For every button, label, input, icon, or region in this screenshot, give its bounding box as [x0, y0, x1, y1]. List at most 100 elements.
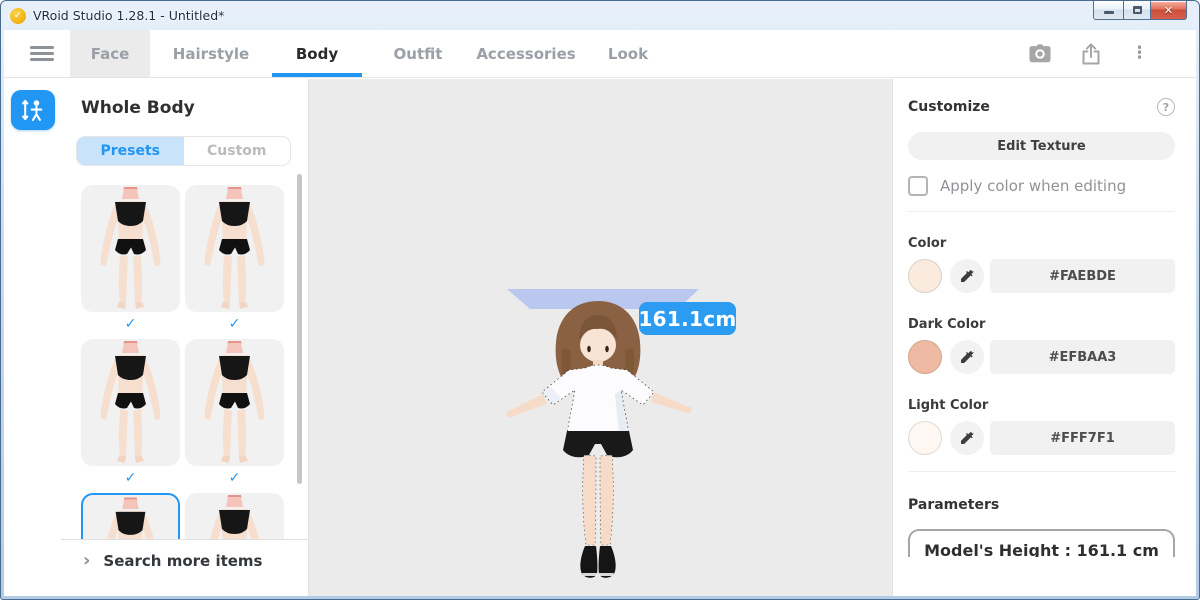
app-body: Face Hairstyle Body Outfit Accessories [4, 30, 1196, 596]
preset-thumbnail[interactable] [185, 339, 284, 466]
divider [908, 211, 1175, 212]
color-swatch[interactable] [908, 421, 942, 455]
vroid-logo-icon: ✓ [10, 8, 26, 24]
tool-strip [4, 79, 61, 596]
height-badge: 161.1cm [639, 302, 736, 335]
color-group-label: Color [908, 236, 1175, 251]
export-icon[interactable] [1081, 43, 1101, 65]
color-group-label: Light Color [908, 398, 1175, 413]
hex-value-field[interactable]: #FAEBDE [990, 259, 1175, 293]
apply-color-label: Apply color when editing [940, 177, 1126, 195]
category-tab[interactable]: Accessories [474, 30, 578, 77]
color-group: Color #FAEBDE [908, 236, 1175, 293]
mode-tab-label: Custom [207, 143, 266, 159]
preset-thumbnail[interactable] [81, 493, 180, 542]
eyedropper-icon [959, 349, 975, 365]
color-group-row: #FAEBDE [908, 259, 1175, 293]
eyedropper-button[interactable] [950, 421, 984, 455]
color-group-row: #EFBAA3 [908, 340, 1175, 374]
color-swatch[interactable] [908, 340, 942, 374]
preset-item[interactable]: ✓ [81, 493, 180, 542]
category-tab[interactable]: Body [272, 30, 362, 77]
category-tab[interactable]: Look [596, 30, 660, 77]
close-icon: ✕ [1164, 4, 1173, 17]
eyedropper-button[interactable] [950, 340, 984, 374]
color-swatch[interactable] [908, 259, 942, 293]
color-group-label: Dark Color [908, 317, 1175, 332]
mode-tab-label: Presets [100, 143, 160, 159]
preset-item[interactable]: ✓ [185, 493, 284, 542]
parameters-title: Parameters [908, 497, 1175, 513]
preset-checkmark-icon: ✓ [185, 466, 284, 490]
search-more-items[interactable]: › Search more items [61, 539, 308, 596]
customize-header: Customize ? [908, 98, 1175, 116]
height-person-icon [20, 96, 46, 124]
preset-checkmark-icon: ✓ [185, 312, 284, 336]
toolbar-actions: ⋮ [1029, 30, 1196, 77]
eyedropper-icon [959, 430, 975, 446]
body-measure-tool-button[interactable] [11, 90, 55, 130]
content-area: Whole Body Presets Custom [4, 79, 1196, 596]
color-groups: Color #FAEBDE Dark Color [908, 236, 1175, 455]
app-window: ✓ VRoid Studio 1.28.1 - Untitled* ✕ Face… [0, 0, 1200, 600]
customize-panel: Customize ? Edit Texture Apply color whe… [892, 79, 1196, 596]
preset-item[interactable]: ✓ [81, 339, 180, 490]
window-title: VRoid Studio 1.28.1 - Untitled* [33, 8, 224, 23]
tab-label: Body [296, 45, 338, 63]
hex-value-field[interactable]: #FFF7F1 [990, 421, 1175, 455]
tab-label: Look [608, 45, 648, 63]
category-tab[interactable]: Hairstyle [168, 30, 254, 77]
preset-checkmark-icon: ✓ [81, 312, 180, 336]
mode-tab[interactable]: Presets [77, 137, 184, 165]
character-model [505, 298, 715, 588]
hex-value-field[interactable]: #EFBAA3 [990, 340, 1175, 374]
close-button[interactable]: ✕ [1151, 1, 1187, 20]
active-tab-underline [272, 73, 362, 77]
apply-color-checkbox[interactable] [908, 176, 928, 196]
minimize-icon [1104, 11, 1114, 14]
preset-thumbnail[interactable] [81, 339, 180, 466]
eyedropper-icon [959, 268, 975, 284]
preset-thumbnail[interactable] [185, 493, 284, 542]
preset-thumbnail[interactable] [81, 185, 180, 312]
chevron-right-icon: › [83, 551, 90, 571]
model-height-label: Model's Height : 161.1 cm [910, 541, 1173, 557]
customize-title: Customize [908, 99, 990, 115]
edit-texture-button[interactable]: Edit Texture [908, 132, 1175, 160]
divider [908, 471, 1175, 472]
preset-grid: ✓ ✓ [61, 178, 308, 542]
maximize-icon [1133, 6, 1142, 14]
eyedropper-button[interactable] [950, 259, 984, 293]
search-more-label: Search more items [103, 551, 262, 571]
presets-custom-switch: Presets Custom [76, 136, 291, 166]
tab-label: Outfit [394, 45, 443, 63]
tab-label: Hairstyle [173, 45, 249, 63]
presets-panel: Whole Body Presets Custom [61, 79, 309, 596]
main-toolbar: Face Hairstyle Body Outfit Accessories [4, 30, 1196, 78]
maximize-button[interactable] [1123, 1, 1151, 20]
color-group-row: #FFF7F1 [908, 421, 1175, 455]
model-height-parameter[interactable]: Model's Height : 161.1 cm [908, 529, 1175, 557]
panel-scrollbar[interactable] [297, 174, 302, 484]
tab-label: Face [91, 45, 130, 63]
panel-title: Whole Body [81, 98, 308, 118]
color-group: Dark Color #EFBAA3 [908, 317, 1175, 374]
preset-item[interactable]: ✓ [185, 339, 284, 490]
category-tab[interactable]: Face [70, 30, 150, 77]
category-tab[interactable]: Outfit [380, 30, 456, 77]
more-options-icon[interactable]: ⋮ [1131, 45, 1148, 62]
preset-item[interactable]: ✓ [81, 185, 180, 336]
title-bar: ✓ VRoid Studio 1.28.1 - Untitled* ✕ [1, 1, 1199, 30]
help-icon[interactable]: ? [1157, 98, 1175, 116]
mode-tab[interactable]: Custom [184, 137, 291, 165]
window-controls: ✕ [1093, 1, 1187, 20]
model-viewport[interactable]: 161.1cm [309, 79, 892, 596]
preset-checkmark-icon: ✓ [81, 466, 180, 490]
hamburger-menu-icon[interactable] [30, 46, 54, 61]
camera-icon[interactable] [1029, 44, 1051, 63]
preset-item[interactable]: ✓ [185, 185, 284, 336]
color-group: Light Color #FFF7F1 [908, 398, 1175, 455]
apply-color-row: Apply color when editing [908, 176, 1175, 196]
preset-thumbnail[interactable] [185, 185, 284, 312]
minimize-button[interactable] [1093, 1, 1123, 20]
